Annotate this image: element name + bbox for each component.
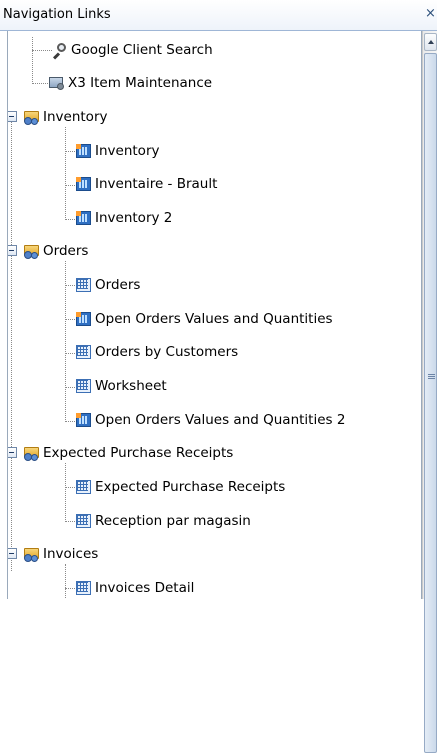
tree-item-worksheet[interactable]: Worksheet (75, 376, 167, 396)
tree-item-label: Google Client Search (71, 42, 213, 58)
folder-gear-icon (23, 243, 40, 259)
report-icon (75, 311, 92, 327)
folder-gear-icon (23, 109, 40, 125)
scrollbar-thumb[interactable] (424, 53, 437, 753)
tree-item-label: Open Orders Values and Quantities (95, 311, 333, 327)
report-icon (75, 176, 92, 192)
folder-gear-icon (23, 546, 40, 562)
navigation-links-panel: Navigation Links × Google Client Search (0, 0, 437, 753)
tree-item-label: Expected Purchase Receipts (43, 445, 234, 461)
tree-item-label: Invoices Detail (95, 580, 195, 596)
table-icon (75, 344, 92, 360)
scroll-up-arrow-icon[interactable] (424, 33, 437, 51)
tree-folder-inventory[interactable]: Inventory (23, 107, 107, 127)
close-icon[interactable]: × (425, 7, 437, 21)
tree-item-label: Inventory (95, 143, 160, 159)
tree-item-label: Inventory 2 (95, 210, 173, 226)
tree-item-x3-item-maintenance[interactable]: X3 Item Maintenance (48, 73, 212, 93)
tree-item-orders[interactable]: Orders (75, 275, 140, 295)
tree-item-reception-par-magasin[interactable]: Reception par magasin (75, 511, 251, 531)
search-icon (51, 42, 68, 60)
tree-item-label: Invoices (43, 546, 99, 562)
table-icon (75, 277, 92, 293)
tree-item-label: Worksheet (95, 378, 167, 394)
table-icon (75, 513, 92, 529)
tree-item-label: Orders (43, 243, 89, 259)
tree-item-inventory-2[interactable]: Inventory 2 (75, 208, 172, 228)
collapse-invoices-toggle[interactable] (8, 548, 17, 559)
report-icon (75, 412, 92, 428)
tree-folder-orders[interactable]: Orders (23, 241, 88, 261)
tree-item-expected-purchase-receipts[interactable]: Expected Purchase Receipts (75, 477, 285, 497)
folder-gear-icon (23, 445, 40, 461)
tree-item-label: Orders (95, 277, 141, 293)
tree-item-open-orders-values-and-quantities-2[interactable]: Open Orders Values and Quantities 2 (75, 410, 345, 430)
tree-item-label: Reception par magasin (95, 513, 251, 529)
tree-item-label: Inventaire - Brault (95, 176, 218, 192)
collapse-expected-purchase-receipts-toggle[interactable] (8, 447, 17, 458)
tree-folder-invoices[interactable]: Invoices (23, 544, 98, 564)
collapse-inventory-toggle[interactable] (8, 111, 17, 122)
tree-item-open-orders-values-and-quantities[interactable]: Open Orders Values and Quantities (75, 309, 333, 329)
collapse-orders-toggle[interactable] (8, 245, 17, 256)
tree-item-label: Orders by Customers (95, 344, 239, 360)
table-icon (75, 378, 92, 394)
panel-header: Navigation Links × (0, 0, 437, 31)
tree-item-label: Inventory (43, 109, 108, 125)
report-icon (75, 210, 92, 226)
tree-item-google-client-search[interactable]: Google Client Search (51, 40, 213, 60)
tree-item-invoices-detail[interactable]: Invoices Detail (75, 578, 194, 598)
tree-folder-expected-purchase-receipts[interactable]: Expected Purchase Receipts (23, 443, 233, 463)
table-icon (75, 479, 92, 495)
vertical-scrollbar[interactable] (422, 31, 437, 753)
panel-title: Navigation Links (3, 7, 111, 22)
tree-item-inventaire-brault[interactable]: Inventaire - Brault (75, 174, 217, 194)
report-icon (75, 143, 92, 159)
table-icon (75, 580, 92, 596)
screen-gear-icon (48, 75, 65, 91)
tree-item-orders-by-customers[interactable]: Orders by Customers (75, 342, 238, 362)
tree-item-label: Expected Purchase Receipts (95, 479, 286, 495)
tree-item-label: X3 Item Maintenance (68, 75, 213, 91)
tree-item-inventory[interactable]: Inventory (75, 141, 159, 161)
tree-item-label: Open Orders Values and Quantities 2 (95, 412, 346, 428)
